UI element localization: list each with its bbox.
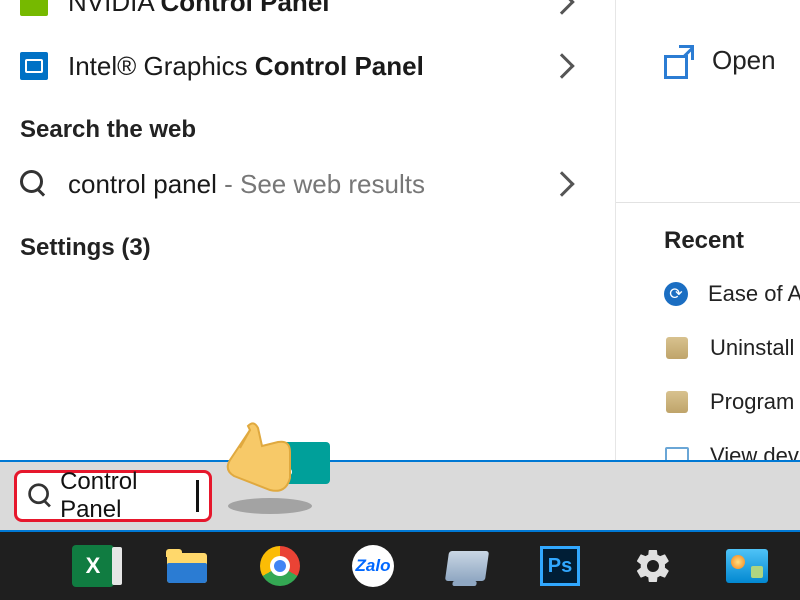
nvidia-icon	[20, 0, 48, 16]
search-icon	[28, 483, 51, 508]
text-cursor	[196, 480, 199, 512]
search-input[interactable]: Control Panel	[14, 470, 212, 522]
result-web-search[interactable]: control panel - See web results	[0, 152, 605, 216]
open-external-icon	[664, 47, 690, 73]
recent-uninstall[interactable]: Uninstall	[616, 321, 800, 375]
taskbar-control-panel-icon[interactable]	[726, 545, 768, 587]
recent-label: Program	[710, 389, 794, 415]
chevron-right-icon[interactable]	[549, 171, 574, 196]
taskbar: Zalo Ps	[0, 532, 800, 600]
section-settings[interactable]: Settings (3)	[0, 216, 605, 270]
search-icon	[20, 170, 48, 198]
search-results-panel: NVIDIA Control Panel Intel® Graphics Con…	[0, 0, 605, 460]
recent-ease-of-access[interactable]: ⟳ Ease of A	[616, 267, 800, 321]
search-bar-strip: Control Panel	[0, 460, 800, 532]
ease-of-access-icon: ⟳	[664, 282, 688, 306]
intel-icon	[20, 52, 48, 80]
open-action[interactable]: Open	[616, 30, 800, 90]
taskbar-excel-icon[interactable]	[72, 545, 114, 587]
search-input-value: Control Panel	[60, 468, 190, 524]
web-query-text: control panel	[68, 169, 217, 199]
taskbar-remote-desktop-icon[interactable]	[446, 545, 488, 587]
result-text-prefix: NVIDIA	[68, 0, 160, 17]
taskbar-chrome-icon[interactable]	[260, 546, 300, 586]
recent-label: Uninstall	[710, 335, 794, 361]
chevron-right-icon[interactable]	[549, 0, 574, 15]
result-text-prefix: Intel® Graphics	[68, 51, 255, 81]
result-intel-graphics[interactable]: Intel® Graphics Control Panel	[0, 34, 605, 98]
recent-header: Recent	[616, 203, 800, 267]
result-text-bold: Control Panel	[160, 0, 329, 17]
recent-programs[interactable]: Program	[616, 375, 800, 429]
preview-panel: Open Recent ⟳ Ease of A Uninstall Progra…	[615, 0, 800, 475]
chevron-right-icon[interactable]	[549, 53, 574, 78]
result-nvidia-control-panel[interactable]: NVIDIA Control Panel	[0, 0, 605, 34]
taskbar-settings-icon[interactable]	[632, 545, 674, 587]
recent-label: Ease of A	[708, 281, 800, 307]
open-label: Open	[712, 45, 776, 76]
result-text-bold: Control Panel	[255, 51, 424, 81]
taskbar-zalo-icon[interactable]: Zalo	[352, 545, 394, 587]
program-box-icon	[666, 391, 688, 413]
program-box-icon	[666, 337, 688, 359]
taskbar-photoshop-icon[interactable]: Ps	[540, 546, 580, 586]
section-search-the-web: Search the web	[0, 98, 605, 152]
taskbar-file-explorer-icon[interactable]	[166, 545, 208, 587]
web-suffix-text: - See web results	[217, 169, 425, 199]
